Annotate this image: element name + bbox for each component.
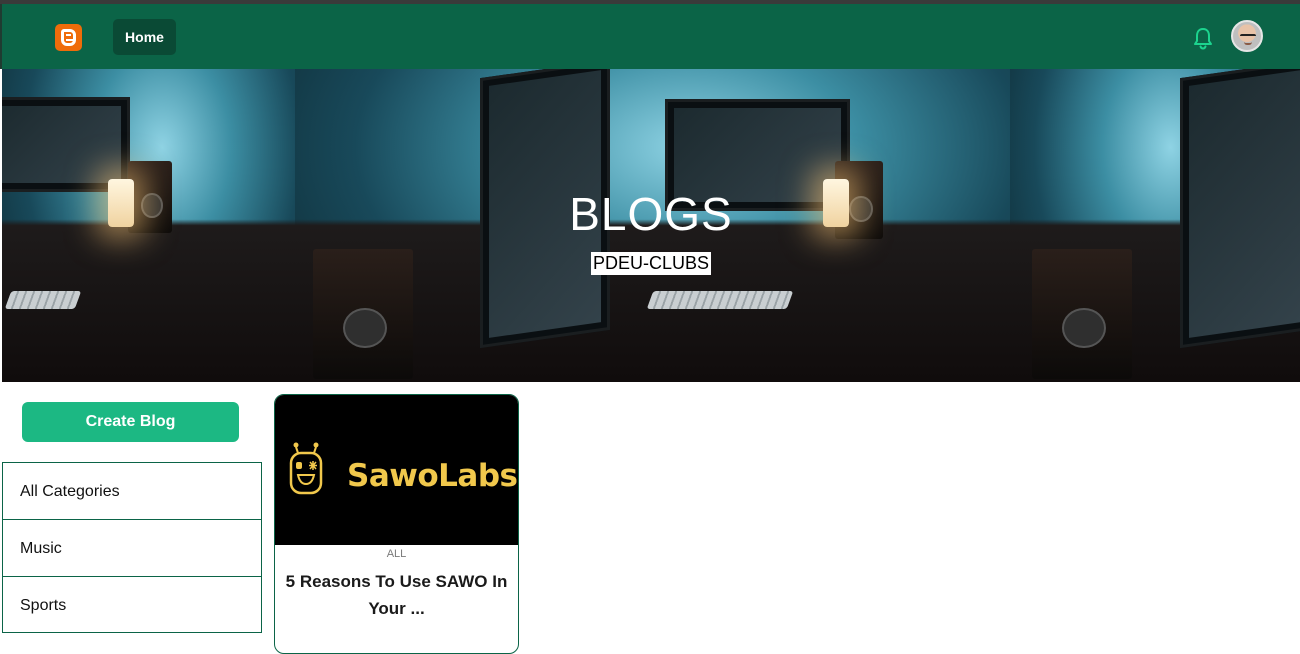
hero-subtitle: PDEU-CLUBS xyxy=(590,252,712,275)
blog-post-image: SawoLabs xyxy=(275,395,518,545)
hero-title: BLOGS xyxy=(569,188,733,240)
navbar: Home xyxy=(0,4,1300,69)
category-list: All Categories Music Sports xyxy=(2,462,262,633)
blog-post-image-text: SawoLabs xyxy=(347,458,518,494)
blog-post-title[interactable]: 5 Reasons To Use SAWO In Your ... xyxy=(283,568,510,622)
category-item-music[interactable]: Music xyxy=(2,519,262,576)
create-blog-button[interactable]: Create Blog xyxy=(22,402,239,442)
blog-post-category: ALL xyxy=(386,548,407,560)
home-button[interactable]: Home xyxy=(113,19,176,55)
blogger-logo-icon[interactable] xyxy=(55,24,82,51)
blog-post-card[interactable]: SawoLabs ALL 5 Reasons To Use SAWO In Yo… xyxy=(274,394,519,654)
user-avatar[interactable] xyxy=(1231,20,1263,52)
category-item-sports[interactable]: Sports xyxy=(2,576,262,633)
bell-icon[interactable] xyxy=(1192,26,1214,50)
hero-banner: BLOGS PDEU-CLUBS xyxy=(2,69,1300,382)
sawo-robot-icon xyxy=(289,442,323,495)
category-item-all[interactable]: All Categories xyxy=(2,462,262,519)
